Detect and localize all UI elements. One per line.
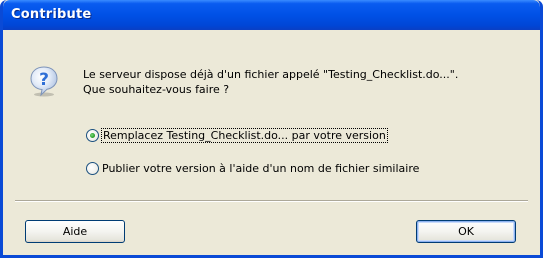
- help-button[interactable]: Aide: [25, 220, 125, 243]
- svg-text:?: ?: [39, 70, 49, 90]
- radio-publish-similar[interactable]: [86, 161, 99, 175]
- dialog-window: Contribute ? Le serveur dispose déjà d'u…: [0, 0, 543, 258]
- option-publish-similar-label[interactable]: Publier votre version à l'aide d'un nom …: [102, 162, 419, 175]
- window-title: Contribute: [11, 7, 92, 22]
- option-replace[interactable]: Remplacez Testing_Checklist.do... par vo…: [86, 127, 388, 143]
- option-replace-label[interactable]: Remplacez Testing_Checklist.do... par vo…: [101, 127, 388, 143]
- message-line-2: Que souhaitez-vous faire ?: [83, 83, 230, 96]
- question-icon: ?: [30, 66, 58, 97]
- ok-button[interactable]: OK: [416, 220, 516, 243]
- radio-replace[interactable]: [86, 128, 99, 142]
- separator: [15, 200, 528, 202]
- option-publish-similar[interactable]: Publier votre version à l'aide d'un nom …: [86, 160, 419, 176]
- dialog-message: Le serveur dispose déjà d'un fichier app…: [83, 67, 458, 97]
- message-line-1: Le serveur dispose déjà d'un fichier app…: [83, 68, 459, 81]
- title-bar[interactable]: Contribute: [3, 0, 540, 30]
